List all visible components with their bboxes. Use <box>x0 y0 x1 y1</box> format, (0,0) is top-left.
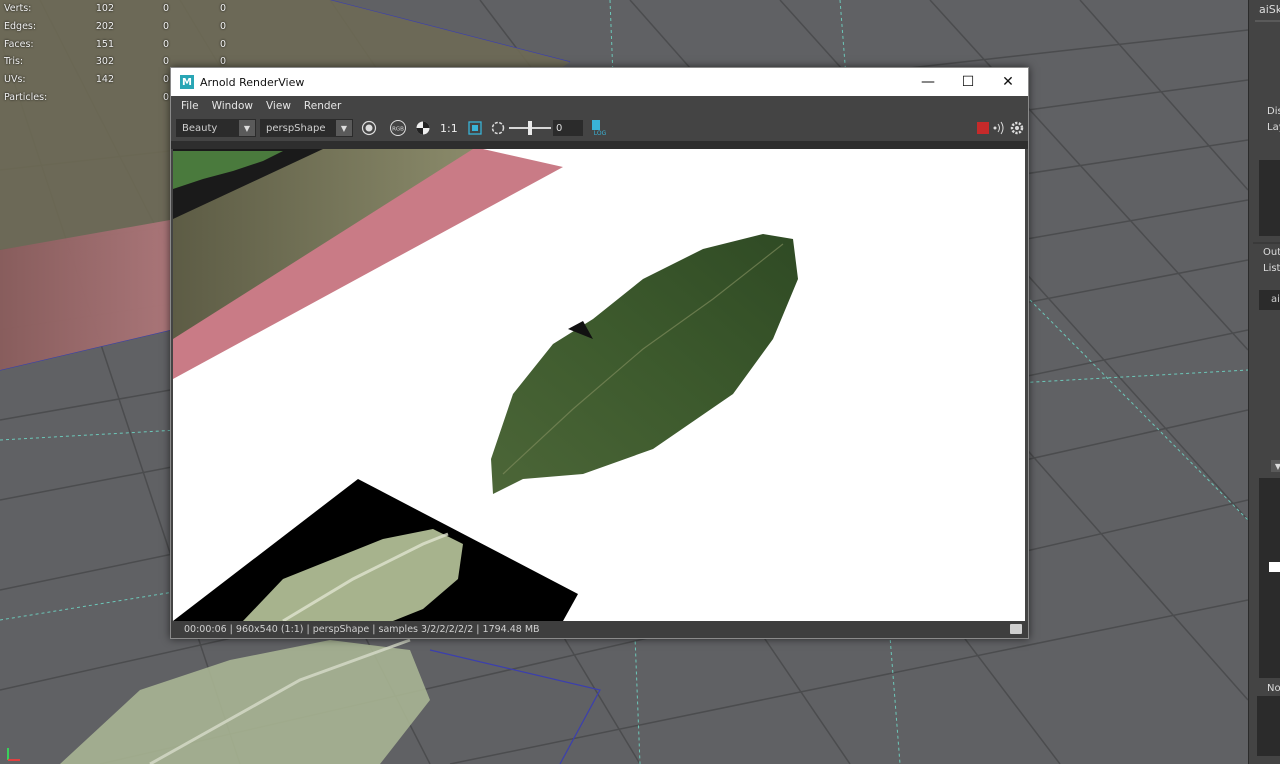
exposure-icon[interactable] <box>489 119 507 137</box>
menu-render[interactable]: Render <box>304 100 341 112</box>
color-swatch[interactable] <box>1269 562 1280 572</box>
hud-row-edges: Edges: 202 0 0 <box>4 21 226 33</box>
checker-icon[interactable] <box>414 119 432 137</box>
render-canvas[interactable] <box>173 149 1025 621</box>
hud-row-verts: Verts: 102 0 0 <box>4 3 226 15</box>
maya-logo-icon: M <box>180 75 194 89</box>
notes-label: No <box>1267 683 1280 694</box>
ipr-sound-icon[interactable] <box>990 119 1008 137</box>
minimize-button[interactable]: — <box>908 68 948 96</box>
stop-render-button[interactable] <box>977 122 989 134</box>
display-tab[interactable]: Dis <box>1267 106 1280 117</box>
notes-area[interactable] <box>1257 696 1280 756</box>
maximize-button[interactable]: ☐ <box>948 68 988 96</box>
layer-list-box[interactable] <box>1259 160 1280 236</box>
camera-snapshot-icon[interactable] <box>1010 624 1022 634</box>
attribute-editor-panel[interactable]: aiSk Dis Lay Out List aiS ▼ No <box>1248 0 1280 764</box>
chevron-down-icon: ▼ <box>239 120 255 136</box>
menu-window[interactable]: Window <box>212 100 253 112</box>
chevron-down-icon: ▼ <box>336 120 352 136</box>
render-region-icon[interactable] <box>360 119 378 137</box>
close-button[interactable]: ✕ <box>988 68 1028 96</box>
camera-dropdown[interactable]: perspShape ▼ <box>260 119 353 137</box>
toolbar: Beauty ▼ perspShape ▼ RGB 1:1 0 LOG <box>171 115 1028 141</box>
rendered-image <box>173 149 798 621</box>
exposure-input[interactable]: 0 <box>553 120 583 136</box>
panel-divider <box>1253 242 1280 244</box>
menu-view[interactable]: View <box>266 100 291 112</box>
list-menu[interactable]: List <box>1263 263 1280 274</box>
layers-tab[interactable]: Lay <box>1267 122 1280 133</box>
outliner-label: Out <box>1263 247 1280 258</box>
menu-file[interactable]: File <box>181 100 199 112</box>
aov-dropdown[interactable]: Beauty ▼ <box>176 119 256 137</box>
svg-text:RGB: RGB <box>392 127 404 133</box>
panel-title: aiSk <box>1259 3 1280 16</box>
outliner-item-label[interactable]: aiS <box>1271 294 1280 305</box>
collapse-arrow-icon[interactable]: ▼ <box>1271 460 1280 472</box>
window-title: Arnold RenderView <box>200 75 305 89</box>
log-icon[interactable]: LOG <box>590 119 608 137</box>
frame-all-icon[interactable] <box>466 119 484 137</box>
menu-bar: File Window View Render <box>171 96 1028 115</box>
zoom-one-to-one-button[interactable]: 1:1 <box>440 119 458 137</box>
rgb-channel-icon[interactable]: RGB <box>389 119 407 137</box>
exposure-slider-handle[interactable] <box>528 121 532 135</box>
hud-row-faces: Faces: 151 0 0 <box>4 38 226 50</box>
status-text: 00:00:06 | 960x540 (1:1) | perspShape | … <box>184 624 540 635</box>
gear-icon[interactable] <box>1008 119 1026 137</box>
arnold-renderview-window[interactable]: M Arnold RenderView — ☐ ✕ File Window Vi… <box>170 67 1029 639</box>
attribute-area[interactable] <box>1259 478 1280 678</box>
status-bar: 00:00:06 | 960x540 (1:1) | perspShape | … <box>171 621 1028 638</box>
window-titlebar[interactable]: M Arnold RenderView — ☐ ✕ <box>171 68 1028 96</box>
canvas-top-strip <box>171 141 1028 149</box>
panel-divider <box>1255 20 1280 22</box>
svg-text:LOG: LOG <box>594 130 607 137</box>
